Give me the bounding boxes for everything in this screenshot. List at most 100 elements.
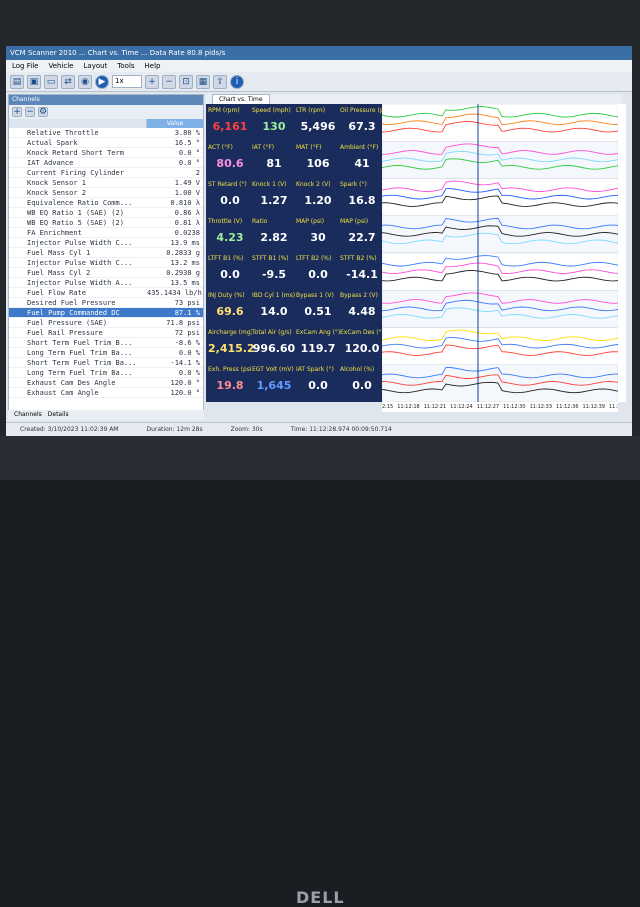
gauge-label: STFT B2 (%) — [340, 255, 377, 262]
gauge-value: 1.20 — [304, 194, 332, 207]
channel-row[interactable]: Injector Pulse Width C... 13.9 ms — [9, 238, 203, 248]
remove-channel-icon[interactable]: − — [25, 107, 35, 117]
channel-row[interactable]: Exhaust Cam Angle 120.0 ° — [9, 388, 203, 398]
channel-value: 13.9 ms — [170, 239, 200, 247]
gauge-label: Knock 2 (V) — [296, 181, 331, 188]
gauge-label: ExCam Ang (°) — [296, 329, 340, 336]
info-icon[interactable]: i — [230, 74, 244, 89]
channel-row[interactable]: Long Term Fuel Trim Ba... 0.0 % — [9, 368, 203, 378]
column-name[interactable] — [9, 119, 147, 128]
zoom-fit-icon[interactable]: ⊡ — [179, 74, 193, 89]
channel-name: Fuel Pressure (SAE) — [27, 319, 108, 327]
channel-row[interactable]: IAT Advance 0.0 ° — [9, 158, 203, 168]
channel-row[interactable]: Knock Sensor 2 1.00 V — [9, 188, 203, 198]
channel-name: Injector Pulse Width A... — [27, 279, 133, 287]
connect-icon[interactable]: ⇄ — [61, 74, 75, 89]
gauge-value: 0.0 — [308, 268, 328, 281]
gauge-value: 0.51 — [304, 305, 332, 318]
export-icon[interactable]: ⇪ — [213, 74, 227, 89]
gauge[interactable]: EGT Volt (mV) 1,645 — [252, 366, 296, 409]
channel-value: 3.80 % — [174, 129, 200, 137]
chart-lane — [382, 104, 618, 142]
channels-toolbar: + − ⚙ — [9, 105, 203, 119]
gauge-label: LTFT B2 (%) — [296, 255, 332, 262]
channel-name: Relative Throttle — [27, 129, 99, 137]
gauge-label: Bypass 1 (V) — [296, 292, 334, 299]
channel-row[interactable]: Knock Retard Short Term 0.0 ° — [9, 148, 203, 158]
channel-name: Equivalence Ratio Comm... — [27, 199, 133, 207]
channel-row[interactable]: Injector Pulse Width C... 13.2 ms — [9, 258, 203, 268]
record-icon[interactable]: ◉ — [78, 74, 92, 89]
channel-row[interactable]: Fuel Pressure (SAE) 71.8 psi — [9, 318, 203, 328]
channel-settings-icon[interactable]: ⚙ — [38, 107, 48, 117]
channel-value: 0.0 % — [178, 369, 200, 377]
gauge-label: IAT (°F) — [252, 144, 275, 151]
channels-list: Relative Throttle 3.80 % Actual Spark 16.5 … — [9, 128, 203, 398]
chart-tabbar: Chart vs. Time — [206, 94, 622, 106]
window-title: VCM Scanner 2010 ... Chart vs. Time ... … — [6, 46, 632, 60]
gauge-value: 0.0 — [352, 379, 372, 392]
channel-row[interactable]: Knock Sensor 1 1.49 V — [9, 178, 203, 188]
gauge[interactable]: Alcohol (%) 0.0 — [340, 366, 384, 409]
gauge-label: Oil Pressure (psi) — [340, 107, 384, 114]
channel-row[interactable]: WB EQ Ratio 1 (SAE) (2) 0.86 λ — [9, 208, 203, 218]
menu-layout[interactable]: Layout — [84, 60, 108, 72]
save-icon[interactable]: ▣ — [27, 74, 41, 89]
channel-name: Desired Fuel Pressure — [27, 299, 116, 307]
channel-row[interactable]: Fuel Pump Commanded DC 87.1 % — [9, 308, 203, 318]
gauge-label: Ambient (°F) — [340, 144, 379, 151]
status-time: Time: 11:12:28.974 00:09:50.714 — [290, 426, 392, 433]
menu-log-file[interactable]: Log File — [12, 60, 38, 72]
menu-bar: Log File Vehicle Layout Tools Help — [6, 60, 632, 72]
menu-help[interactable]: Help — [145, 60, 161, 72]
menu-tools[interactable]: Tools — [117, 60, 134, 72]
channel-row[interactable]: Equivalence Ratio Comm... 0.810 λ — [9, 198, 203, 208]
open-icon[interactable]: ▤ — [10, 74, 24, 89]
channel-row[interactable]: Desired Fuel Pressure 73 psi — [9, 298, 203, 308]
channel-row[interactable]: FA Enrichment 0.0238 — [9, 228, 203, 238]
gauge-value: 30 — [310, 231, 326, 244]
gauge-label: RPM (rpm) — [208, 107, 240, 114]
tab-details[interactable]: Details — [48, 410, 69, 420]
tab-channels[interactable]: Channels — [14, 410, 42, 420]
time-tick-label: 11:12:30 — [503, 404, 526, 410]
gauge-value: 16.8 — [348, 194, 376, 207]
channel-row[interactable]: Injector Pulse Width A... 13.5 ms — [9, 278, 203, 288]
gauge-value: 1.27 — [260, 194, 288, 207]
gauge[interactable]: Exh. Press (psi) 19.8 — [208, 366, 252, 409]
gauge-label: MAT (°F) — [296, 144, 322, 151]
zoom-select[interactable]: 1x — [112, 75, 142, 88]
channel-row[interactable]: Current Firing Cylinder 2 — [9, 168, 203, 178]
gauge-value: 120.0 — [344, 342, 380, 355]
column-value[interactable]: Value — [147, 119, 203, 128]
layout-icon[interactable]: ▦ — [196, 74, 210, 89]
channel-row[interactable]: Long Term Fuel Trim Ba... 0.0 % — [9, 348, 203, 358]
time-chart[interactable] — [382, 104, 618, 402]
channel-row[interactable]: Exhaust Cam Des Angle 120.0 ° — [9, 378, 203, 388]
gauge-value: 1,645 — [256, 379, 292, 392]
channel-row[interactable]: Fuel Rail Pressure 72 psi — [9, 328, 203, 338]
gauge-value: 80.6 — [216, 157, 244, 170]
channel-row[interactable]: Short Term Fuel Trim B... -8.6 % — [9, 338, 203, 348]
gauge-label: ST Retard (°) — [208, 181, 247, 188]
zoom-in-icon[interactable]: + — [145, 74, 159, 89]
channel-row[interactable]: Short Term Fuel Trim Ba... -14.1 % — [9, 358, 203, 368]
channel-row[interactable]: Fuel Mass Cyl 2 0.2938 g — [9, 268, 203, 278]
menu-vehicle[interactable]: Vehicle — [48, 60, 73, 72]
vehicle-icon[interactable]: ▭ — [44, 74, 58, 89]
channel-row[interactable]: WB EQ Ratio 5 (SAE) (2) 0.81 λ — [9, 218, 203, 228]
play-icon[interactable]: ▶ — [95, 74, 109, 89]
status-created: Created: 3/10/2023 11:02:39 AM — [20, 426, 119, 433]
gauge-value: 67.3 — [348, 120, 376, 133]
add-channel-icon[interactable]: + — [12, 107, 22, 117]
gauge-value: 130 — [262, 120, 286, 133]
gauge-value: 41 — [354, 157, 370, 170]
channel-row[interactable]: Fuel Mass Cyl 1 0.2833 g — [9, 248, 203, 258]
channel-value: 0.81 λ — [174, 219, 200, 227]
channel-value: 1.00 V — [174, 189, 200, 197]
channel-row[interactable]: Relative Throttle 3.80 % — [9, 128, 203, 138]
zoom-out-icon[interactable]: − — [162, 74, 176, 89]
channel-row[interactable]: Fuel Flow Rate 435.1434 lb/h — [9, 288, 203, 298]
channel-row[interactable]: Actual Spark 16.5 ° — [9, 138, 203, 148]
gauge[interactable]: IAT Spark (°) 0.0 — [296, 366, 340, 409]
